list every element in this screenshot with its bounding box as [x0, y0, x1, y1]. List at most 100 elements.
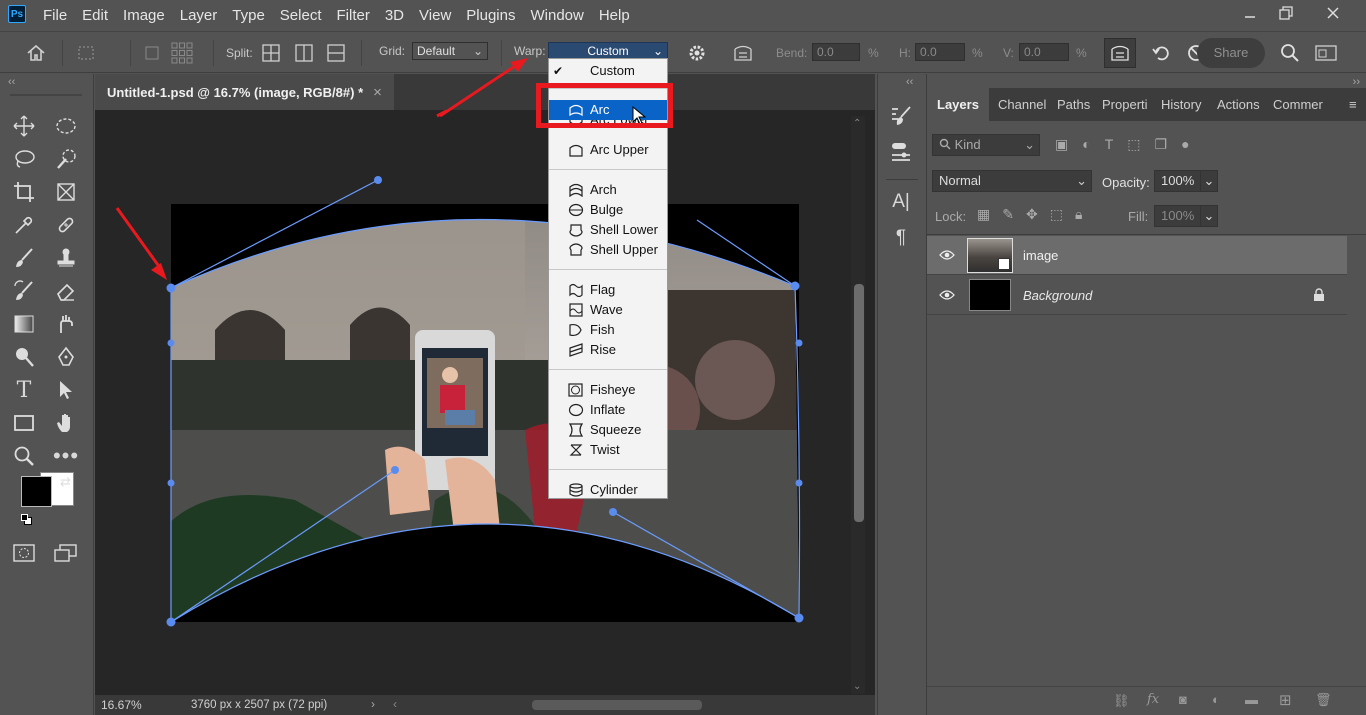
- menu-view[interactable]: View: [419, 7, 451, 24]
- add-mask-icon[interactable]: ◙: [1179, 692, 1187, 707]
- warp-option-arc-upper[interactable]: Arc Upper: [549, 140, 667, 160]
- close-icon[interactable]: [1320, 2, 1346, 24]
- lock-transparent-icon[interactable]: ▦: [977, 206, 990, 223]
- warp-option-wave[interactable]: Wave: [549, 300, 667, 320]
- blend-mode-select[interactable]: Normal ⌄: [932, 170, 1092, 192]
- warp-option-fish[interactable]: Fish: [549, 320, 667, 340]
- hand-tool-icon[interactable]: [52, 409, 80, 437]
- eraser-tool-icon[interactable]: [52, 277, 80, 305]
- warp-option-arch[interactable]: Arch: [549, 180, 667, 200]
- chevron-left-icon[interactable]: ‹: [393, 697, 397, 711]
- eyedropper-tool-icon[interactable]: [10, 211, 38, 239]
- menu-image[interactable]: Image: [123, 7, 165, 24]
- adjustments-panel-icon[interactable]: [887, 138, 915, 166]
- trash-icon[interactable]: 🗑︎: [1315, 692, 1332, 708]
- pixel-filter-icon[interactable]: ▣: [1055, 136, 1068, 153]
- layer-filter-select[interactable]: Kind ⌄: [932, 134, 1040, 156]
- workspace-icon[interactable]: [1312, 39, 1340, 67]
- menu-help[interactable]: Help: [599, 7, 630, 24]
- type-filter-icon[interactable]: T: [1105, 136, 1114, 153]
- brush-tool-icon[interactable]: [10, 244, 38, 272]
- reference-grid-icon[interactable]: [168, 39, 196, 67]
- warp-option-shell-lower[interactable]: Shell Lower: [549, 220, 667, 240]
- filter-toggle-icon[interactable]: ●: [1181, 136, 1189, 153]
- transform-tool-icon[interactable]: [72, 39, 100, 67]
- vertical-scroll-thumb[interactable]: [854, 284, 864, 522]
- fill-input[interactable]: 100%: [1154, 205, 1202, 227]
- menu-type[interactable]: Type: [232, 7, 265, 24]
- collapse-toolbar-icon[interactable]: ‹‹: [8, 76, 15, 88]
- link-layers-icon[interactable]: ⛓: [1113, 693, 1130, 709]
- menu-file[interactable]: File: [43, 7, 67, 24]
- menu-3d[interactable]: 3D: [385, 7, 404, 24]
- warp-option-twist[interactable]: Twist: [549, 440, 667, 460]
- bend-input[interactable]: 0.0: [812, 43, 860, 61]
- warp-orientation-icon[interactable]: [729, 39, 757, 67]
- move-tool-icon[interactable]: [10, 112, 38, 140]
- chevron-up-icon[interactable]: ⌃: [853, 118, 861, 129]
- share-button[interactable]: Share: [1197, 38, 1265, 68]
- lock-image-icon[interactable]: ✎: [1002, 206, 1014, 223]
- warp-mode-icon[interactable]: [1104, 38, 1136, 68]
- warp-option-squeeze[interactable]: Squeeze: [549, 420, 667, 440]
- warp-option-flag[interactable]: Flag: [549, 280, 667, 300]
- menu-edit[interactable]: Edit: [82, 7, 108, 24]
- warp-option-custom[interactable]: ✔ Custom: [549, 61, 667, 81]
- smart-object-filter-icon[interactable]: ❐: [1155, 136, 1168, 153]
- menu-layer[interactable]: Layer: [180, 7, 218, 24]
- new-layer-icon[interactable]: ⊞: [1279, 691, 1292, 709]
- new-group-icon[interactable]: ▬: [1245, 692, 1258, 707]
- lock-all-icon[interactable]: 🔒︎: [1075, 206, 1082, 223]
- layer-row-image[interactable]: image: [927, 236, 1347, 275]
- smudge-tool-icon[interactable]: [52, 310, 80, 338]
- chevron-down-icon[interactable]: ⌄: [853, 681, 861, 692]
- frame-tool-icon[interactable]: [52, 178, 80, 206]
- lasso-tool-icon[interactable]: [10, 145, 38, 173]
- horizontal-scroll-thumb[interactable]: [532, 700, 702, 710]
- zoom-level[interactable]: 16.67%: [101, 698, 142, 712]
- tab-paths[interactable]: Paths: [1057, 88, 1090, 121]
- fx-icon[interactable]: fx: [1147, 692, 1159, 707]
- screen-mode-icon[interactable]: [52, 539, 80, 567]
- warp-option-fisheye[interactable]: Fisheye: [549, 380, 667, 400]
- menu-window[interactable]: Window: [530, 7, 583, 24]
- document-tab[interactable]: Untitled-1.psd @ 16.7% (image, RGB/8#) *…: [95, 74, 394, 110]
- adjustment-filter-icon[interactable]: ◐: [1082, 136, 1090, 153]
- restore-icon[interactable]: [1273, 2, 1299, 24]
- quick-mask-icon[interactable]: [10, 539, 38, 567]
- split-cross-icon[interactable]: [257, 39, 285, 67]
- chevron-down-icon[interactable]: ⌄: [1200, 205, 1218, 227]
- eye-icon[interactable]: [939, 249, 955, 261]
- tab-layers[interactable]: Layers: [927, 88, 989, 121]
- tab-comments[interactable]: Commer: [1273, 88, 1323, 121]
- pen-tool-icon[interactable]: [52, 343, 80, 371]
- warp-option-cylinder[interactable]: Cylinder: [549, 480, 667, 500]
- foreground-color-swatch[interactable]: [21, 476, 52, 507]
- tab-actions[interactable]: Actions: [1217, 88, 1260, 121]
- h-distortion-input[interactable]: 0.0: [915, 43, 965, 61]
- minimize-icon[interactable]: [1237, 2, 1263, 24]
- character-panel-icon[interactable]: A|: [887, 188, 915, 216]
- menu-select[interactable]: Select: [280, 7, 322, 24]
- collapse-panels-icon[interactable]: ‹‹: [906, 76, 913, 88]
- adjustment-layer-icon[interactable]: ◐: [1212, 692, 1220, 707]
- split-vertical-icon[interactable]: [290, 39, 318, 67]
- reference-point-checkbox-icon[interactable]: [138, 39, 166, 67]
- warp-option-inflate[interactable]: Inflate: [549, 400, 667, 420]
- lock-artboard-icon[interactable]: ⬚: [1050, 206, 1063, 223]
- split-horizontal-icon[interactable]: [322, 39, 350, 67]
- more-tools-icon[interactable]: •••: [52, 442, 80, 470]
- collapse-panels-icon[interactable]: ››: [1353, 76, 1360, 88]
- warp-option-bulge[interactable]: Bulge: [549, 200, 667, 220]
- brushes-panel-icon[interactable]: [887, 102, 915, 130]
- vertical-scrollbar[interactable]: ⌃ ⌄: [851, 116, 865, 694]
- dodge-tool-icon[interactable]: [10, 343, 38, 371]
- close-tab-icon[interactable]: ×: [373, 84, 382, 101]
- default-colors-icon[interactable]: [21, 514, 32, 525]
- v-distortion-input[interactable]: 0.0: [1019, 43, 1069, 61]
- marquee-tool-icon[interactable]: [52, 112, 80, 140]
- shape-filter-icon[interactable]: ⬚: [1127, 136, 1140, 153]
- search-icon[interactable]: [1276, 39, 1304, 67]
- clone-stamp-tool-icon[interactable]: [52, 244, 80, 272]
- healing-brush-tool-icon[interactable]: [52, 211, 80, 239]
